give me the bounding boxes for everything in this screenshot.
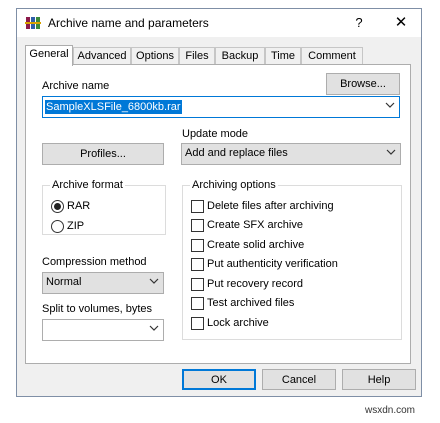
- watermark-text: wsxdn.com: [365, 405, 416, 416]
- recovery-record-label[interactable]: Put recovery record: [207, 278, 303, 290]
- radio-selected-dot: [54, 203, 61, 210]
- archive-name-value: SampleXLSFile_6800kb.rar: [45, 100, 182, 114]
- help-icon[interactable]: ?: [351, 15, 367, 30]
- tab-advanced[interactable]: Advanced: [73, 47, 131, 64]
- tab-general[interactable]: General: [25, 45, 73, 66]
- format-zip-label[interactable]: ZIP: [67, 220, 84, 232]
- tab-backup[interactable]: Backup: [215, 47, 265, 64]
- update-mode-value: Add and replace files: [185, 147, 288, 159]
- authenticity-verification-checkbox[interactable]: [191, 258, 204, 271]
- archive-format-label: Archive format: [50, 179, 125, 191]
- winrar-app-icon: [25, 17, 41, 29]
- compression-method-select[interactable]: Normal: [42, 272, 164, 294]
- tab-time[interactable]: Time: [265, 47, 301, 64]
- create-solid-label[interactable]: Create solid archive: [207, 239, 304, 251]
- lock-archive-label[interactable]: Lock archive: [207, 317, 269, 329]
- cancel-button[interactable]: Cancel: [262, 369, 336, 390]
- authenticity-verification-label[interactable]: Put authenticity verification: [207, 258, 338, 270]
- help-button[interactable]: Help: [342, 369, 416, 390]
- create-sfx-checkbox[interactable]: [191, 219, 204, 232]
- test-archived-label[interactable]: Test archived files: [207, 297, 294, 309]
- title-bar[interactable]: Archive name and parameters ? ✕: [17, 9, 421, 37]
- window-title: Archive name and parameters: [48, 16, 209, 30]
- split-volumes-label: Split to volumes, bytes: [42, 303, 153, 315]
- tab-options[interactable]: Options: [131, 47, 179, 64]
- ok-button[interactable]: OK: [182, 369, 256, 390]
- split-volumes-combo[interactable]: [42, 319, 164, 341]
- chevron-down-icon[interactable]: [385, 101, 395, 109]
- archiving-options-label: Archiving options: [190, 179, 278, 191]
- test-archived-checkbox[interactable]: [191, 297, 204, 310]
- tab-comment[interactable]: Comment: [301, 47, 363, 64]
- recovery-record-checkbox[interactable]: [191, 278, 204, 291]
- archive-name-input[interactable]: SampleXLSFile_6800kb.rar: [42, 96, 400, 118]
- lock-archive-checkbox[interactable]: [191, 317, 204, 330]
- chevron-down-icon[interactable]: [149, 277, 159, 285]
- format-rar-label[interactable]: RAR: [67, 200, 90, 212]
- format-zip-radio[interactable]: [51, 220, 64, 233]
- delete-after-archiving-checkbox[interactable]: [191, 200, 204, 213]
- update-mode-label: Update mode: [182, 128, 249, 140]
- compression-method-value: Normal: [46, 276, 82, 288]
- close-icon[interactable]: ✕: [392, 13, 410, 31]
- format-rar-radio[interactable]: [51, 200, 64, 213]
- create-solid-checkbox[interactable]: [191, 239, 204, 252]
- compression-method-label: Compression method: [42, 256, 147, 268]
- create-sfx-label[interactable]: Create SFX archive: [207, 219, 303, 231]
- profiles-button[interactable]: Profiles...: [42, 143, 164, 165]
- archive-name-label: Archive name: [42, 80, 110, 92]
- delete-after-archiving-label[interactable]: Delete files after archiving: [207, 200, 334, 212]
- browse-button[interactable]: Browse...: [326, 73, 400, 95]
- chevron-down-icon[interactable]: [149, 324, 159, 332]
- tab-files[interactable]: Files: [179, 47, 215, 64]
- chevron-down-icon[interactable]: [386, 148, 396, 156]
- update-mode-select[interactable]: Add and replace files: [181, 143, 401, 165]
